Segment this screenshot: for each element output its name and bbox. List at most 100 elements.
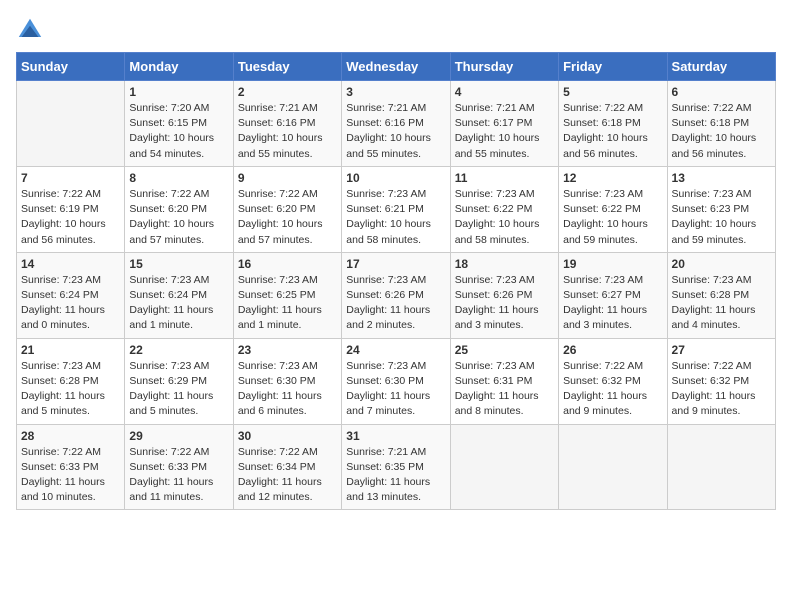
day-info: Sunrise: 7:23 AMSunset: 6:30 PMDaylight:… [346, 359, 445, 420]
day-info: Sunrise: 7:23 AMSunset: 6:31 PMDaylight:… [455, 359, 554, 420]
day-info: Sunrise: 7:23 AMSunset: 6:21 PMDaylight:… [346, 187, 445, 248]
day-info: Sunrise: 7:22 AMSunset: 6:18 PMDaylight:… [672, 101, 771, 162]
day-cell: 9 Sunrise: 7:22 AMSunset: 6:20 PMDaylight… [233, 166, 341, 252]
day-number: 21 [21, 343, 120, 357]
day-number: 15 [129, 257, 228, 271]
day-number: 12 [563, 171, 662, 185]
day-cell: 13 Sunrise: 7:23 AMSunset: 6:23 PMDayligh… [667, 166, 775, 252]
day-info: Sunrise: 7:23 AMSunset: 6:22 PMDaylight:… [455, 187, 554, 248]
day-cell: 1 Sunrise: 7:20 AMSunset: 6:15 PMDaylight… [125, 81, 233, 167]
day-info: Sunrise: 7:21 AMSunset: 6:16 PMDaylight:… [238, 101, 337, 162]
day-cell: 7 Sunrise: 7:22 AMSunset: 6:19 PMDaylight… [17, 166, 125, 252]
day-info: Sunrise: 7:20 AMSunset: 6:15 PMDaylight:… [129, 101, 228, 162]
day-cell: 23Sunrise: 7:23 AMSunset: 6:30 PMDayligh… [233, 338, 341, 424]
day-number: 22 [129, 343, 228, 357]
header-day-tuesday: Tuesday [233, 53, 341, 81]
day-number: 30 [238, 429, 337, 443]
day-info: Sunrise: 7:23 AMSunset: 6:29 PMDaylight:… [129, 359, 228, 420]
day-info: Sunrise: 7:23 AMSunset: 6:26 PMDaylight:… [346, 273, 445, 334]
day-cell: 21 Sunrise: 7:23 AMSunset: 6:28 PMDayligh… [17, 338, 125, 424]
day-cell: 16 Sunrise: 7:23 AMSunset: 6:25 PMDayligh… [233, 252, 341, 338]
day-number: 13 [672, 171, 771, 185]
day-info: Sunrise: 7:22 AMSunset: 6:32 PMDaylight:… [563, 359, 662, 420]
day-info: Sunrise: 7:23 AMSunset: 6:25 PMDaylight:… [238, 273, 337, 334]
day-number: 4 [455, 85, 554, 99]
day-info: Sunrise: 7:22 AMSunset: 6:33 PMDaylight:… [21, 445, 120, 506]
day-info: Sunrise: 7:21 AMSunset: 6:16 PMDaylight:… [346, 101, 445, 162]
header-day-saturday: Saturday [667, 53, 775, 81]
day-number: 11 [455, 171, 554, 185]
day-number: 18 [455, 257, 554, 271]
calendar-table: SundayMondayTuesdayWednesdayThursdayFrid… [16, 52, 776, 510]
day-cell: 15 Sunrise: 7:23 AMSunset: 6:24 PMDayligh… [125, 252, 233, 338]
day-info: Sunrise: 7:22 AMSunset: 6:34 PMDaylight:… [238, 445, 337, 506]
week-row-4: 21 Sunrise: 7:23 AMSunset: 6:28 PMDayligh… [17, 338, 776, 424]
day-cell: 24 Sunrise: 7:23 AMSunset: 6:30 PMDayligh… [342, 338, 450, 424]
day-cell: 14Sunrise: 7:23 AMSunset: 6:24 PMDayligh… [17, 252, 125, 338]
day-info: Sunrise: 7:22 AMSunset: 6:19 PMDaylight:… [21, 187, 120, 248]
day-info: Sunrise: 7:23 AMSunset: 6:24 PMDaylight:… [129, 273, 228, 334]
day-number: 25 [455, 343, 554, 357]
day-number: 16 [238, 257, 337, 271]
day-number: 27 [672, 343, 771, 357]
header-day-friday: Friday [559, 53, 667, 81]
day-cell: 17Sunrise: 7:23 AMSunset: 6:26 PMDayligh… [342, 252, 450, 338]
day-info: Sunrise: 7:23 AMSunset: 6:28 PMDaylight:… [672, 273, 771, 334]
day-cell: 10Sunrise: 7:23 AMSunset: 6:21 PMDayligh… [342, 166, 450, 252]
day-cell: 29 Sunrise: 7:22 AMSunset: 6:33 PMDayligh… [125, 424, 233, 510]
day-info: Sunrise: 7:23 AMSunset: 6:28 PMDaylight:… [21, 359, 120, 420]
week-row-5: 28Sunrise: 7:22 AMSunset: 6:33 PMDayligh… [17, 424, 776, 510]
day-info: Sunrise: 7:23 AMSunset: 6:24 PMDaylight:… [21, 273, 120, 334]
day-info: Sunrise: 7:23 AMSunset: 6:27 PMDaylight:… [563, 273, 662, 334]
day-cell: 18 Sunrise: 7:23 AMSunset: 6:26 PMDayligh… [450, 252, 558, 338]
header-day-wednesday: Wednesday [342, 53, 450, 81]
calendar-header: SundayMondayTuesdayWednesdayThursdayFrid… [17, 53, 776, 81]
day-number: 24 [346, 343, 445, 357]
day-number: 3 [346, 85, 445, 99]
day-info: Sunrise: 7:22 AMSunset: 6:33 PMDaylight:… [129, 445, 228, 506]
header-day-thursday: Thursday [450, 53, 558, 81]
day-info: Sunrise: 7:23 AMSunset: 6:30 PMDaylight:… [238, 359, 337, 420]
day-cell: 2Sunrise: 7:21 AMSunset: 6:16 PMDaylight… [233, 81, 341, 167]
day-cell [667, 424, 775, 510]
day-cell: 27 Sunrise: 7:22 AMSunset: 6:32 PMDayligh… [667, 338, 775, 424]
day-cell: 28Sunrise: 7:22 AMSunset: 6:33 PMDayligh… [17, 424, 125, 510]
day-cell: 30 Sunrise: 7:22 AMSunset: 6:34 PMDayligh… [233, 424, 341, 510]
day-cell: 20 Sunrise: 7:23 AMSunset: 6:28 PMDayligh… [667, 252, 775, 338]
day-cell: 22 Sunrise: 7:23 AMSunset: 6:29 PMDayligh… [125, 338, 233, 424]
logo [16, 16, 48, 44]
day-number: 19 [563, 257, 662, 271]
day-info: Sunrise: 7:23 AMSunset: 6:23 PMDaylight:… [672, 187, 771, 248]
day-number: 5 [563, 85, 662, 99]
day-number: 29 [129, 429, 228, 443]
day-info: Sunrise: 7:22 AMSunset: 6:32 PMDaylight:… [672, 359, 771, 420]
day-cell: 11 Sunrise: 7:23 AMSunset: 6:22 PMDayligh… [450, 166, 558, 252]
day-cell [559, 424, 667, 510]
day-info: Sunrise: 7:23 AMSunset: 6:22 PMDaylight:… [563, 187, 662, 248]
day-cell [17, 81, 125, 167]
day-cell [450, 424, 558, 510]
week-row-3: 14Sunrise: 7:23 AMSunset: 6:24 PMDayligh… [17, 252, 776, 338]
day-cell: 6 Sunrise: 7:22 AMSunset: 6:18 PMDaylight… [667, 81, 775, 167]
day-info: Sunrise: 7:22 AMSunset: 6:20 PMDaylight:… [129, 187, 228, 248]
day-number: 31 [346, 429, 445, 443]
header-day-monday: Monday [125, 53, 233, 81]
day-info: Sunrise: 7:22 AMSunset: 6:20 PMDaylight:… [238, 187, 337, 248]
day-info: Sunrise: 7:21 AMSunset: 6:35 PMDaylight:… [346, 445, 445, 506]
day-number: 6 [672, 85, 771, 99]
page-header [16, 16, 776, 44]
day-cell: 5Sunrise: 7:22 AMSunset: 6:18 PMDaylight… [559, 81, 667, 167]
day-number: 26 [563, 343, 662, 357]
day-cell: 25 Sunrise: 7:23 AMSunset: 6:31 PMDayligh… [450, 338, 558, 424]
logo-icon [16, 16, 44, 44]
day-info: Sunrise: 7:23 AMSunset: 6:26 PMDaylight:… [455, 273, 554, 334]
day-number: 1 [129, 85, 228, 99]
day-cell: 19 Sunrise: 7:23 AMSunset: 6:27 PMDayligh… [559, 252, 667, 338]
day-cell: 12 Sunrise: 7:23 AMSunset: 6:22 PMDayligh… [559, 166, 667, 252]
header-row: SundayMondayTuesdayWednesdayThursdayFrid… [17, 53, 776, 81]
week-row-1: 1 Sunrise: 7:20 AMSunset: 6:15 PMDaylight… [17, 81, 776, 167]
day-number: 9 [238, 171, 337, 185]
day-number: 20 [672, 257, 771, 271]
header-day-sunday: Sunday [17, 53, 125, 81]
day-number: 7 [21, 171, 120, 185]
